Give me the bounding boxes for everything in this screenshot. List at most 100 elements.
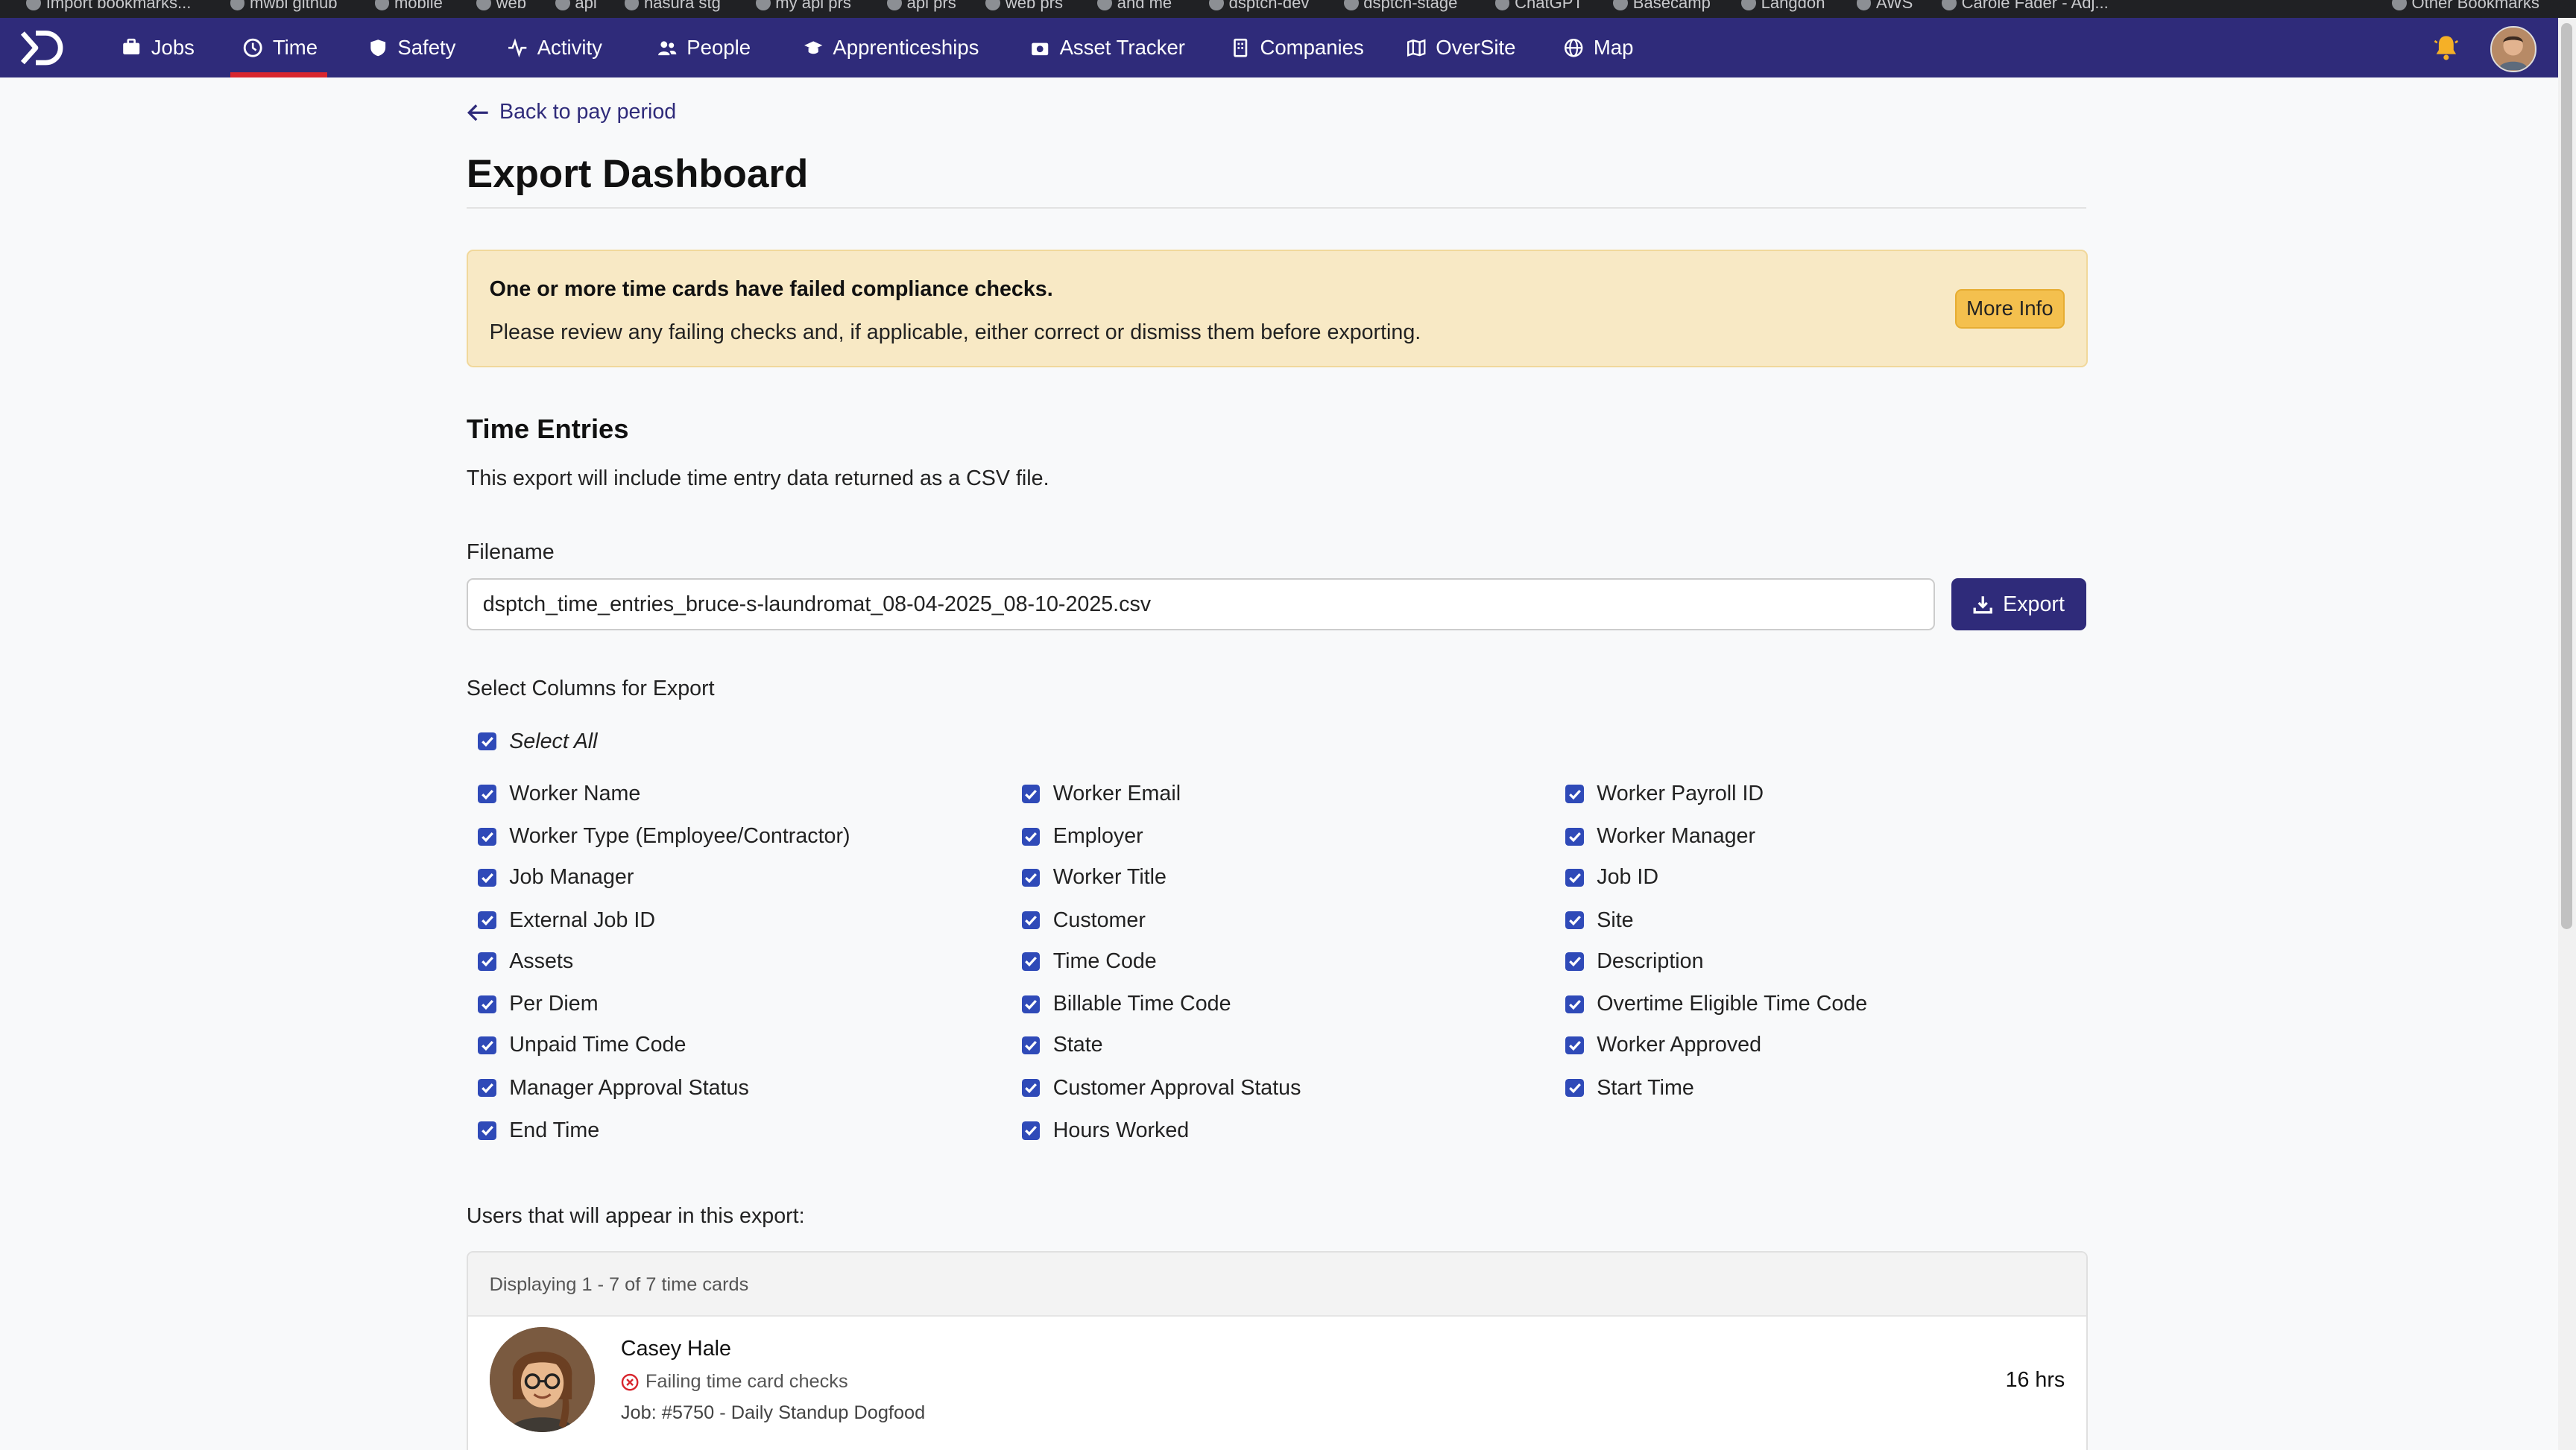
column-checkbox[interactable]: Site: [1565, 908, 1634, 933]
column-checkbox[interactable]: Assets: [478, 949, 573, 974]
column-checkbox[interactable]: Worker Payroll ID: [1565, 782, 1764, 806]
checkbox-checked-icon[interactable]: [1021, 785, 1041, 803]
bookmark-item[interactable]: Other Bookmarks: [2392, 0, 2539, 13]
checkbox-checked-icon[interactable]: [1021, 995, 1041, 1013]
bookmark-item[interactable]: Basecamp: [1613, 0, 1711, 13]
column-checkbox[interactable]: End Time: [478, 1118, 599, 1143]
user-name[interactable]: Casey Hale: [621, 1337, 731, 1361]
scrollbar-thumb[interactable]: [2561, 22, 2573, 930]
column-checkbox[interactable]: Worker Approved: [1565, 1033, 1761, 1057]
bookmark-item[interactable]: my api prs: [755, 0, 851, 13]
bookmark-item[interactable]: api: [555, 0, 597, 13]
checkbox-checked-icon[interactable]: [1021, 868, 1041, 887]
nav-jobs[interactable]: Jobs: [121, 18, 195, 77]
bookmark-item[interactable]: mwbl github: [230, 0, 338, 13]
column-checkbox[interactable]: Job Manager: [478, 865, 634, 890]
column-checkbox[interactable]: Start Time: [1565, 1076, 1694, 1101]
back-to-pay-period-link[interactable]: Back to pay period: [467, 100, 676, 124]
checkbox-checked-icon[interactable]: [478, 732, 496, 751]
column-checkbox[interactable]: Worker Email: [1021, 782, 1181, 806]
activity-icon: [508, 38, 527, 57]
column-checkbox[interactable]: Unpaid Time Code: [478, 1033, 686, 1057]
checkbox-checked-icon[interactable]: [1565, 1036, 1584, 1054]
checkbox-checked-icon[interactable]: [1021, 827, 1041, 846]
nav-safety[interactable]: Safety: [368, 18, 455, 77]
avatar: [489, 1326, 595, 1432]
column-checkbox[interactable]: Worker Manager: [1565, 824, 1755, 849]
column-checkbox[interactable]: State: [1021, 1033, 1103, 1057]
bookmark-item[interactable]: mobile: [374, 0, 443, 13]
checkbox-checked-icon[interactable]: [478, 785, 496, 803]
checkbox-checked-icon[interactable]: [1565, 827, 1584, 846]
checkbox-checked-icon[interactable]: [1565, 1078, 1584, 1098]
map-fold-icon: [1407, 38, 1426, 57]
divider: [466, 206, 2087, 209]
nav-activity[interactable]: Activity: [508, 18, 602, 77]
nav-apprenticeships[interactable]: Apprenticeships: [804, 18, 979, 77]
column-checkbox[interactable]: Job ID: [1565, 865, 1658, 890]
checkbox-checked-icon[interactable]: [1021, 952, 1041, 971]
column-checkbox[interactable]: Customer: [1021, 908, 1146, 933]
checkbox-checked-icon[interactable]: [1565, 785, 1584, 803]
nav-companies[interactable]: Companies: [1231, 18, 1364, 77]
checkbox-label: Description: [1597, 949, 1704, 973]
user-avatar[interactable]: [2490, 26, 2536, 72]
column-checkbox[interactable]: Worker Type (Employee/Contractor): [478, 824, 850, 849]
select-all-checkbox[interactable]: Select All: [478, 729, 598, 754]
checkbox-checked-icon[interactable]: [1565, 911, 1584, 930]
checkbox-checked-icon[interactable]: [1565, 995, 1584, 1013]
checkbox-label: Worker Manager: [1597, 824, 1756, 849]
nav-asset-tracker[interactable]: Asset Tracker: [1030, 18, 1185, 77]
dsptch-logo-icon[interactable]: [19, 30, 66, 66]
bookmark-item[interactable]: Carole Fader - Adj...: [1942, 0, 2109, 13]
alert-body: Please review any failing checks and, if…: [489, 320, 1421, 344]
nav-oversite[interactable]: OverSite: [1407, 18, 1515, 77]
column-checkbox[interactable]: Time Code: [1021, 949, 1157, 974]
column-checkbox[interactable]: Billable Time Code: [1021, 992, 1231, 1016]
column-checkbox[interactable]: Hours Worked: [1021, 1118, 1189, 1143]
filename-input[interactable]: [466, 577, 1936, 631]
bookmark-item[interactable]: web: [476, 0, 526, 13]
column-checkbox[interactable]: Worker Name: [478, 782, 640, 806]
column-checkbox[interactable]: Worker Title: [1021, 865, 1167, 890]
column-checkbox[interactable]: Manager Approval Status: [478, 1076, 749, 1101]
bookmarks-bar: Import bookmarks... mwbl github mobile w…: [0, 0, 2576, 19]
bell-icon[interactable]: [2431, 33, 2461, 63]
bookmark-item[interactable]: AWS: [1856, 0, 1913, 13]
bookmark-item[interactable]: Langdon: [1741, 0, 1825, 13]
more-info-button[interactable]: More Info: [1954, 288, 2065, 329]
bookmark-item[interactable]: hasura stg: [624, 0, 721, 13]
column-checkbox[interactable]: External Job ID: [478, 908, 655, 933]
checkbox-checked-icon[interactable]: [478, 1121, 496, 1140]
bookmark-item[interactable]: Import bookmarks...: [26, 0, 191, 13]
column-checkbox[interactable]: Description: [1565, 949, 1704, 974]
checkbox-label: Job Manager: [509, 865, 634, 890]
checkbox-checked-icon[interactable]: [1021, 1036, 1041, 1054]
checkbox-checked-icon[interactable]: [478, 868, 496, 887]
checkbox-checked-icon[interactable]: [478, 911, 496, 930]
bookmark-item[interactable]: ChatGPT: [1494, 0, 1583, 13]
checkbox-checked-icon[interactable]: [1021, 1078, 1041, 1098]
column-checkbox[interactable]: Employer: [1021, 824, 1143, 849]
bookmark-item[interactable]: and me: [1097, 0, 1172, 13]
column-checkbox[interactable]: Overtime Eligible Time Code: [1565, 992, 1867, 1016]
bookmark-item[interactable]: dsptch-dev: [1209, 0, 1309, 13]
nav-map[interactable]: Map: [1564, 18, 1633, 77]
checkbox-checked-icon[interactable]: [478, 1078, 496, 1098]
nav-people[interactable]: People: [657, 18, 751, 77]
checkbox-checked-icon[interactable]: [478, 1036, 496, 1054]
bookmark-item[interactable]: api prs: [887, 0, 956, 13]
bookmark-item[interactable]: dsptch-stage: [1343, 0, 1457, 13]
checkbox-checked-icon[interactable]: [1021, 1121, 1041, 1140]
column-checkbox[interactable]: Customer Approval Status: [1021, 1076, 1301, 1101]
column-checkbox[interactable]: Per Diem: [478, 992, 599, 1016]
checkbox-checked-icon[interactable]: [478, 952, 496, 971]
checkbox-checked-icon[interactable]: [478, 995, 496, 1013]
checkbox-checked-icon[interactable]: [1021, 911, 1041, 930]
bookmark-item[interactable]: web prs: [985, 0, 1063, 13]
nav-time[interactable]: Time: [230, 18, 329, 77]
export-button[interactable]: Export: [1951, 577, 2087, 631]
checkbox-checked-icon[interactable]: [478, 827, 496, 846]
checkbox-checked-icon[interactable]: [1565, 952, 1584, 971]
checkbox-checked-icon[interactable]: [1565, 868, 1584, 887]
